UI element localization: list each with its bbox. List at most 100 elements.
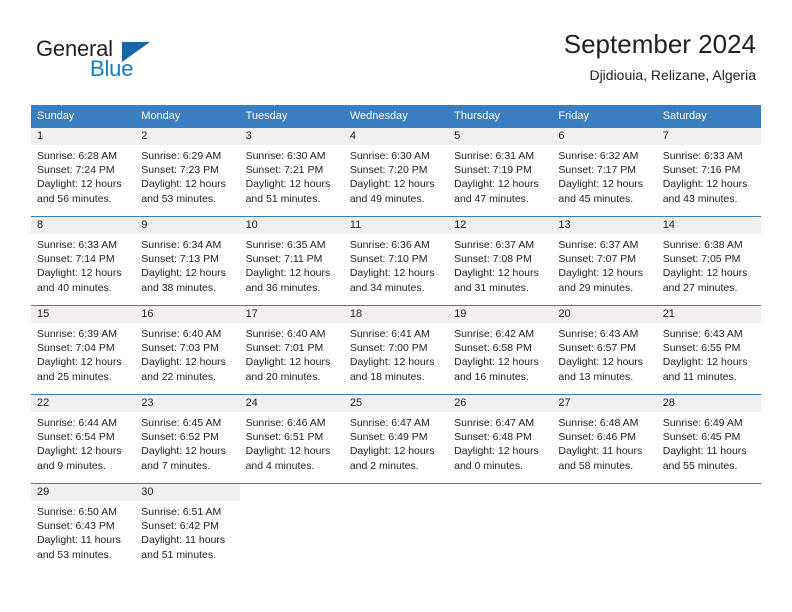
day-cell-inner[interactable]: 3 Sunrise: 6:30 AM Sunset: 7:21 PM Daylight…	[239, 128, 344, 216]
page-title: September 2024	[563, 29, 756, 59]
daylight-text-line1: Daylight: 12 hours	[37, 356, 122, 369]
sunset-text: Sunset: 7:16 PM	[662, 164, 741, 177]
day-cell-inner[interactable]: 1 Sunrise: 6:28 AM Sunset: 7:24 PM Daylight…	[31, 128, 136, 216]
day-cell-inner[interactable]: 24 Sunrise: 6:46 AM Sunset: 6:51 PM Dayligh…	[239, 395, 344, 483]
day-cell: 23 Sunrise: 6:45 AM Sunset: 6:52 PM Dayligh…	[135, 394, 240, 484]
day-number: 29	[31, 484, 136, 501]
day-cell-inner[interactable]: 28 Sunrise: 6:49 AM Sunset: 6:45 PM Dayligh…	[656, 395, 761, 483]
daylight-text-line2: and 0 minutes.	[454, 459, 524, 472]
day-info: Sunrise: 6:48 AM Sunset: 6:46 PM Daylight:…	[552, 412, 656, 473]
sunset-text: Sunset: 7:23 PM	[141, 164, 219, 177]
day-cell: 2 Sunrise: 6:29 AM Sunset: 7:23 PM Daylight…	[135, 127, 240, 217]
daylight-text-line1: Daylight: 12 hours	[662, 178, 748, 191]
day-cell-inner[interactable]: 23 Sunrise: 6:45 AM Sunset: 6:52 PM Dayligh…	[135, 395, 240, 483]
brand-logo[interactable]: General Blue	[36, 36, 166, 84]
sunset-text: Sunset: 6:55 PM	[662, 342, 741, 355]
daylight-text-line2: and 13 minutes.	[558, 370, 634, 383]
day-cell-inner[interactable]: 7 Sunrise: 6:33 AM Sunset: 7:16 PM Daylight…	[656, 128, 761, 216]
day-number: 12	[448, 217, 553, 234]
day-cell-inner-empty	[344, 484, 448, 572]
daylight-text-line1: Daylight: 12 hours	[558, 267, 644, 280]
daylight-text-line1: Daylight: 12 hours	[558, 356, 644, 369]
day-cell-inner[interactable]: 19 Sunrise: 6:42 AM Sunset: 6:58 PM Dayligh…	[448, 306, 553, 394]
day-cell-inner[interactable]: 30 Sunrise: 6:51 AM Sunset: 6:42 PM Dayligh…	[135, 484, 240, 572]
day-cell-inner[interactable]: 9 Sunrise: 6:34 AM Sunset: 7:13 PM Daylight…	[135, 217, 240, 305]
day-cell-inner[interactable]: 20 Sunrise: 6:43 AM Sunset: 6:57 PM Dayligh…	[552, 306, 657, 394]
title-block: September 2024 Djidiouia, Relizane, Alge…	[564, 28, 756, 85]
day-info: Sunrise: 6:42 AM Sunset: 6:58 PM Daylight:…	[448, 323, 552, 384]
day-cell-inner[interactable]: 21 Sunrise: 6:43 AM Sunset: 6:55 PM Dayligh…	[656, 306, 761, 394]
day-cell-inner[interactable]: 25 Sunrise: 6:47 AM Sunset: 6:49 PM Dayligh…	[343, 395, 449, 483]
day-cell: 4 Sunrise: 6:30 AM Sunset: 7:20 PM Daylight…	[343, 127, 449, 217]
day-cell-inner[interactable]: 12 Sunrise: 6:37 AM Sunset: 7:08 PM Dayligh…	[448, 217, 553, 305]
day-info: Sunrise: 6:33 AM Sunset: 7:14 PM Daylight:…	[31, 234, 135, 295]
daylight-text-line1: Daylight: 12 hours	[349, 267, 435, 280]
daylight-text-line2: and 9 minutes.	[37, 459, 106, 472]
daylight-text-line2: and 4 minutes.	[245, 459, 315, 472]
day-cell-inner[interactable]: 8 Sunrise: 6:33 AM Sunset: 7:14 PM Daylight…	[31, 217, 136, 305]
day-cell-inner[interactable]: 6 Sunrise: 6:32 AM Sunset: 7:17 PM Daylight…	[552, 128, 657, 216]
day-cell: 19 Sunrise: 6:42 AM Sunset: 6:58 PM Dayligh…	[448, 305, 553, 395]
day-number: 30	[135, 484, 240, 501]
day-info: Sunrise: 6:37 AM Sunset: 7:07 PM Daylight:…	[552, 234, 656, 295]
daylight-text-line2: and 43 minutes.	[662, 192, 738, 205]
daylight-text-line2: and 16 minutes.	[454, 370, 529, 383]
daylight-text-line1: Daylight: 12 hours	[141, 356, 226, 369]
day-cell	[448, 483, 553, 572]
day-number: 22	[31, 395, 136, 412]
day-info: Sunrise: 6:41 AM Sunset: 7:00 PM Daylight:…	[344, 323, 448, 384]
daylight-text-line1: Daylight: 11 hours	[662, 445, 747, 458]
day-info: Sunrise: 6:32 AM Sunset: 7:17 PM Daylight:…	[552, 145, 656, 206]
day-cell-inner[interactable]: 14 Sunrise: 6:38 AM Sunset: 7:05 PM Dayligh…	[656, 217, 761, 305]
day-number: 16	[135, 306, 240, 323]
sunrise-text: Sunrise: 6:29 AM	[141, 150, 222, 162]
day-cell-inner[interactable]: 15 Sunrise: 6:39 AM Sunset: 7:04 PM Dayligh…	[31, 306, 136, 394]
day-number: 5	[448, 128, 553, 145]
day-number: 27	[552, 395, 657, 412]
weekday-header-row: Sunday Monday Tuesday Wednesday Thursday…	[31, 105, 761, 128]
day-cell-inner[interactable]: 29 Sunrise: 6:50 AM Sunset: 6:43 PM Dayligh…	[31, 484, 136, 572]
day-cell-inner[interactable]: 13 Sunrise: 6:37 AM Sunset: 7:07 PM Dayligh…	[552, 217, 657, 305]
day-cell-inner[interactable]: 26 Sunrise: 6:47 AM Sunset: 6:48 PM Dayligh…	[448, 395, 553, 483]
day-cell-inner[interactable]: 4 Sunrise: 6:30 AM Sunset: 7:20 PM Daylight…	[343, 128, 449, 216]
day-cell-inner[interactable]: 17 Sunrise: 6:40 AM Sunset: 7:01 PM Dayligh…	[239, 306, 344, 394]
daylight-text-line1: Daylight: 11 hours	[141, 534, 226, 547]
day-cell: 9 Sunrise: 6:34 AM Sunset: 7:13 PM Daylight…	[135, 216, 240, 306]
day-cell	[343, 483, 449, 572]
sunset-text: Sunset: 7:17 PM	[558, 164, 637, 177]
daylight-text-line2: and 53 minutes.	[37, 548, 112, 561]
day-cell-inner[interactable]: 2 Sunrise: 6:29 AM Sunset: 7:23 PM Daylight…	[135, 128, 240, 216]
day-number: 18	[343, 306, 449, 323]
day-info: Sunrise: 6:44 AM Sunset: 6:54 PM Daylight:…	[31, 412, 135, 473]
sunrise-text: Sunrise: 6:37 AM	[454, 239, 535, 251]
sunset-text: Sunset: 6:49 PM	[349, 431, 428, 444]
sunrise-text: Sunrise: 6:36 AM	[349, 239, 430, 251]
day-number	[344, 484, 448, 501]
page-subtitle: Djidiouia, Relizane, Algeria	[589, 67, 756, 83]
day-cell: 21 Sunrise: 6:43 AM Sunset: 6:55 PM Dayligh…	[656, 305, 761, 395]
day-info: Sunrise: 6:47 AM Sunset: 6:49 PM Daylight:…	[344, 412, 448, 473]
day-cell-inner[interactable]: 16 Sunrise: 6:40 AM Sunset: 7:03 PM Dayligh…	[135, 306, 240, 394]
day-cell-inner[interactable]: 11 Sunrise: 6:36 AM Sunset: 7:10 PM Dayligh…	[343, 217, 449, 305]
day-info: Sunrise: 6:34 AM Sunset: 7:13 PM Daylight:…	[135, 234, 239, 295]
day-info: Sunrise: 6:31 AM Sunset: 7:19 PM Daylight:…	[448, 145, 552, 206]
daylight-text-line2: and 40 minutes.	[37, 281, 112, 294]
day-cell-inner-empty	[657, 484, 761, 572]
sunset-text: Sunset: 7:03 PM	[141, 342, 219, 355]
day-cell	[656, 483, 761, 572]
day-cell-inner[interactable]: 18 Sunrise: 6:41 AM Sunset: 7:00 PM Dayligh…	[343, 306, 449, 394]
sunrise-text: Sunrise: 6:49 AM	[662, 417, 743, 429]
day-cell-inner[interactable]: 27 Sunrise: 6:48 AM Sunset: 6:46 PM Dayligh…	[552, 395, 657, 483]
day-cell: 26 Sunrise: 6:47 AM Sunset: 6:48 PM Dayligh…	[448, 394, 553, 484]
day-number	[240, 484, 344, 501]
day-cell-inner[interactable]: 22 Sunrise: 6:44 AM Sunset: 6:54 PM Dayligh…	[31, 395, 136, 483]
day-cell-inner[interactable]: 5 Sunrise: 6:31 AM Sunset: 7:19 PM Daylight…	[448, 128, 553, 216]
day-cell-inner-empty	[552, 484, 656, 572]
day-cell: 18 Sunrise: 6:41 AM Sunset: 7:00 PM Dayligh…	[343, 305, 449, 395]
day-cell	[239, 483, 344, 572]
day-cell-inner[interactable]: 10 Sunrise: 6:35 AM Sunset: 7:11 PM Dayligh…	[239, 217, 344, 305]
page-header: General Blue September 2024 Djidiouia, R…	[0, 0, 792, 100]
daylight-text-line1: Daylight: 12 hours	[454, 356, 539, 369]
sunset-text: Sunset: 6:51 PM	[245, 431, 324, 444]
sunset-text: Sunset: 7:05 PM	[662, 253, 741, 266]
